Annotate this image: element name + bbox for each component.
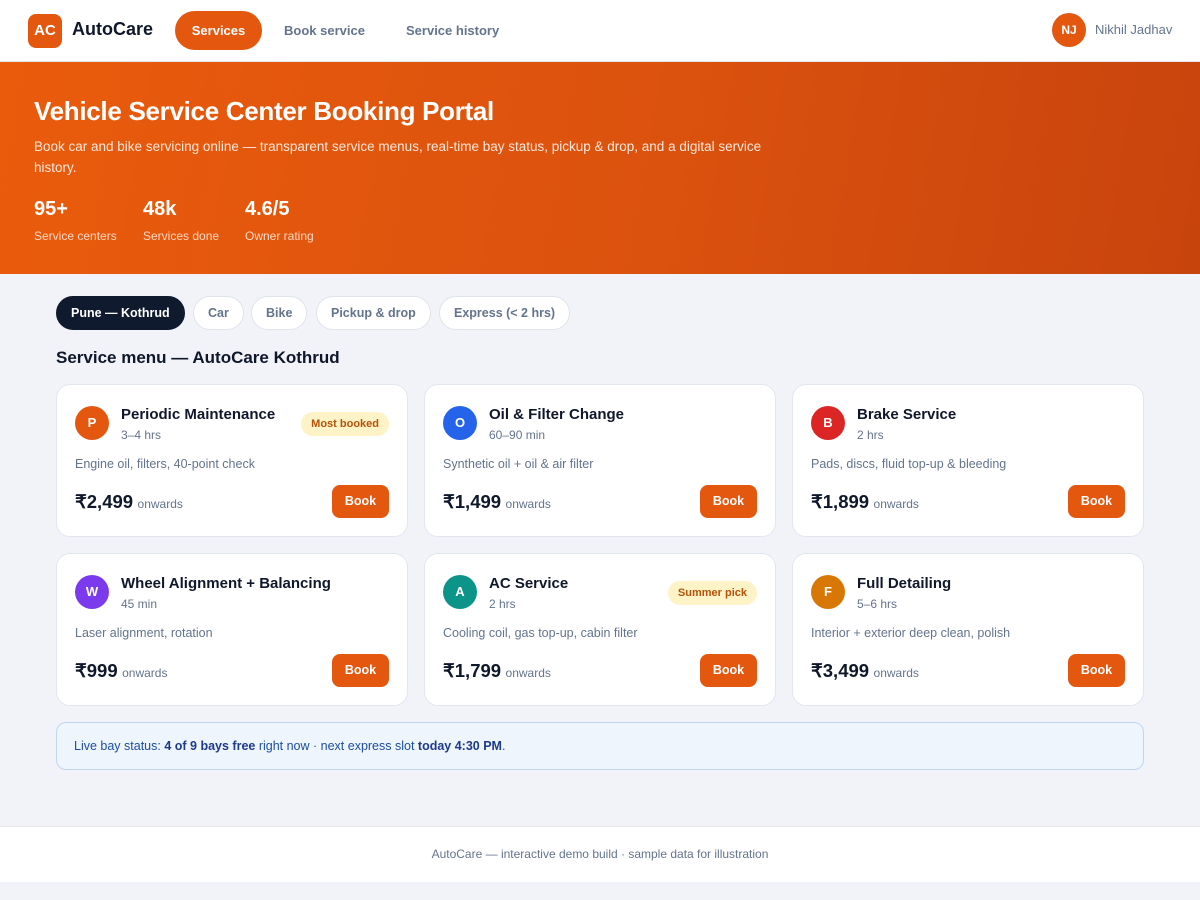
book-button[interactable]: Book	[1068, 485, 1125, 518]
price-value: ₹999	[75, 660, 118, 681]
service-title: AC Service	[489, 575, 569, 592]
service-title: Brake Service	[857, 406, 957, 423]
footer-text: AutoCare — interactive demo build · samp…	[431, 847, 769, 861]
stat-value: 48k	[143, 198, 177, 220]
price-suffix: onwards	[873, 497, 919, 511]
status-prefix: Live bay status:	[74, 739, 165, 753]
price-value: ₹1,899	[811, 491, 870, 512]
book-button[interactable]: Book	[332, 485, 389, 518]
price-value: ₹3,499	[811, 660, 870, 681]
service-card[interactable]: B Brake Service 2 hrs Pads, discs, fluid to…	[792, 384, 1144, 537]
price-suffix: onwards	[505, 497, 551, 511]
service-duration: 2 hrs	[857, 428, 884, 442]
service-description: Cooling coil, gas top-up, cabin filter	[443, 626, 638, 640]
service-duration: 60–90 min	[489, 428, 546, 442]
service-letter-icon: B	[811, 406, 845, 440]
service-price: ₹1,899 onwards	[811, 491, 919, 513]
stat-owner-rating: 4.6/5 Owner rating	[245, 198, 314, 243]
stat-service-centers: 95+ Service centers	[34, 198, 117, 243]
hero-subtitle: Book car and bike servicing online — tra…	[34, 139, 762, 175]
stat-services-done: 48k Services done	[143, 198, 219, 243]
tab-book-service[interactable]: Book service	[268, 11, 381, 50]
filter-chip-pickup-drop[interactable]: Pickup & drop	[316, 296, 431, 330]
price-suffix: onwards	[137, 497, 183, 511]
service-card[interactable]: F Full Detailing 5–6 hrs Interior + exterio…	[792, 553, 1144, 706]
stat-value: 95+	[34, 198, 68, 220]
service-description: Pads, discs, fluid top-up & bleeding	[811, 457, 1007, 471]
service-letter-icon: O	[443, 406, 477, 440]
section-title: Service menu — AutoCare Kothrud	[56, 348, 340, 367]
book-button[interactable]: Book	[700, 485, 757, 518]
service-letter-icon: W	[75, 575, 109, 609]
service-price: ₹999 onwards	[75, 660, 167, 682]
hero-banner: Vehicle Service Center Booking Portal Bo…	[0, 62, 1200, 274]
service-duration: 5–6 hrs	[857, 597, 898, 611]
service-badge: Most booked	[301, 412, 389, 436]
page-title: Vehicle Service Center Booking Portal	[34, 96, 494, 126]
service-price: ₹3,499 onwards	[811, 660, 919, 682]
book-button[interactable]: Book	[332, 654, 389, 687]
service-duration: 2 hrs	[489, 597, 516, 611]
service-description: Interior + exterior deep clean, polish	[811, 626, 1011, 640]
service-card[interactable]: W Wheel Alignment + Balancing 45 min Laser …	[56, 553, 408, 706]
service-description: Synthetic oil + oil & air filter	[443, 457, 594, 471]
price-value: ₹1,499	[443, 491, 502, 512]
tab-service-history[interactable]: Service history	[390, 11, 515, 50]
status-suffix: .	[501, 739, 506, 753]
service-duration: 3–4 hrs	[121, 428, 162, 442]
service-price: ₹2,499 onwards	[75, 491, 183, 513]
stat-value: 4.6/5	[245, 198, 290, 220]
service-title: Periodic Maintenance	[121, 406, 276, 423]
price-suffix: onwards	[505, 666, 551, 680]
service-letter-icon: A	[443, 575, 477, 609]
service-price: ₹1,499 onwards	[443, 491, 551, 513]
stat-label: Service centers	[34, 229, 117, 243]
tab-services[interactable]: Services	[175, 11, 262, 50]
filter-chip-bike[interactable]: Bike	[251, 296, 308, 330]
service-title: Wheel Alignment + Balancing	[121, 575, 331, 592]
filter-chip-location[interactable]: Pune — Kothrud	[56, 296, 185, 330]
service-price: ₹1,799 onwards	[443, 660, 551, 682]
top-nav: AC AutoCare Services Book service Servic…	[0, 0, 1200, 62]
status-next-slot: today 4:30 PM	[417, 739, 502, 753]
stat-label: Services done	[143, 229, 220, 243]
service-duration: 45 min	[121, 597, 158, 611]
service-description: Laser alignment, rotation	[75, 626, 213, 640]
user-name[interactable]: Nikhil Jadhav	[1095, 22, 1172, 37]
status-middle: right now · next express slot	[255, 739, 418, 753]
service-title: Oil & Filter Change	[489, 406, 625, 423]
book-button[interactable]: Book	[700, 654, 757, 687]
brand-name[interactable]: AutoCare	[72, 19, 153, 40]
service-letter-icon: F	[811, 575, 845, 609]
service-card[interactable]: O Oil & Filter Change 60–90 min Synthetic o…	[424, 384, 776, 537]
filter-chip-express[interactable]: Express (< 2 hrs)	[439, 296, 571, 330]
book-button[interactable]: Book	[1068, 654, 1125, 687]
filter-chip-car[interactable]: Car	[193, 296, 244, 330]
logo-icon[interactable]: AC	[28, 14, 62, 48]
footer: AutoCare — interactive demo build · samp…	[0, 826, 1200, 882]
service-card[interactable]: A AC Service 2 hrs Summer pick Cooling coil,…	[424, 553, 776, 706]
stat-label: Owner rating	[245, 229, 314, 243]
price-value: ₹1,799	[443, 660, 502, 681]
avatar[interactable]: NJ	[1052, 13, 1086, 47]
price-suffix: onwards	[122, 666, 168, 680]
price-suffix: onwards	[873, 666, 919, 680]
bay-status-banner: Live bay status: 4 of 9 bays free right …	[56, 722, 1144, 770]
service-card[interactable]: P Periodic Maintenance 3–4 hrs Most booked E…	[56, 384, 408, 537]
status-bays-free: 4 of 9 bays free	[164, 739, 256, 753]
price-value: ₹2,499	[75, 491, 134, 512]
service-description: Engine oil, filters, 40-point check	[75, 457, 255, 471]
service-letter-icon: P	[75, 406, 109, 440]
service-title: Full Detailing	[857, 575, 952, 592]
service-badge: Summer pick	[667, 581, 757, 605]
